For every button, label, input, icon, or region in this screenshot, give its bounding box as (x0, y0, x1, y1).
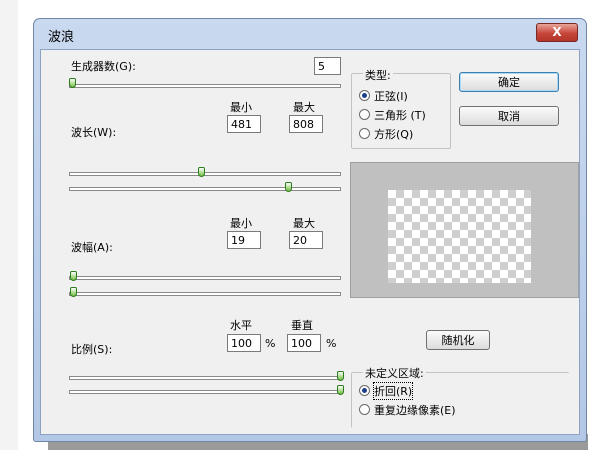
amplitude-max-slider-track[interactable] (69, 292, 341, 296)
cancel-button[interactable]: 取消 (459, 106, 559, 126)
scale-vertical-input[interactable]: 100 (287, 334, 321, 352)
type-square-label[interactable]: 方形(Q) (374, 126, 413, 142)
type-sine-radio[interactable] (359, 90, 370, 101)
wave-dialog: 波浪 X 生成器数(G): 5 最小 最大 波长(W): 481 808 最小 … (33, 18, 587, 442)
type-legend: 类型: (363, 67, 393, 83)
scale-vertical-label: 垂直 (291, 319, 313, 332)
type-triangle-radio[interactable] (359, 109, 370, 120)
wavelength-min-slider-thumb[interactable] (198, 167, 205, 177)
type-sine-label[interactable]: 正弦(I) (374, 88, 408, 104)
repeat-edge-pixels-radio[interactable] (359, 404, 370, 415)
randomize-button[interactable]: 随机化 (426, 330, 490, 350)
wrap-around-radio[interactable] (359, 385, 370, 396)
generators-slider-thumb[interactable] (69, 78, 76, 88)
wavelength-label: 波长(W): (71, 126, 117, 139)
generators-input[interactable]: 5 (314, 57, 341, 75)
dialog-body: 生成器数(G): 5 最小 最大 波长(W): 481 808 最小 最大 波幅… (40, 49, 580, 435)
scale-horizontal-label: 水平 (230, 319, 252, 332)
undefined-area-legend: 未定义区域: (363, 365, 426, 381)
close-icon: X (552, 25, 562, 39)
wavelength-max-label: 最大 (293, 101, 315, 114)
amplitude-max-input[interactable]: 20 (289, 231, 323, 249)
generators-slider-track[interactable] (69, 84, 341, 88)
scale-label: 比例(S): (71, 343, 113, 356)
wavelength-max-slider-track[interactable] (69, 187, 341, 191)
desktop-background (0, 0, 18, 450)
amplitude-label: 波幅(A): (71, 241, 113, 254)
scale-vertical-slider-track[interactable] (69, 390, 341, 394)
wavelength-max-input[interactable]: 808 (289, 115, 323, 133)
generators-label: 生成器数(G): (71, 60, 136, 73)
title-bar[interactable]: 波浪 X (34, 19, 586, 49)
scale-horizontal-slider-track[interactable] (69, 376, 341, 380)
scale-horizontal-slider-thumb[interactable] (337, 371, 344, 381)
wavelength-min-input[interactable]: 481 (227, 115, 261, 133)
scale-vertical-unit: % (326, 337, 337, 350)
type-triangle-label[interactable]: 三角形 (T) (374, 107, 426, 123)
ok-button[interactable]: 确定 (459, 72, 559, 92)
repeat-edge-pixels-label[interactable]: 重复边缘像素(E) (374, 402, 462, 418)
wrap-around-label[interactable]: 折回(R) (372, 382, 414, 400)
amplitude-max-label: 最大 (293, 217, 315, 230)
wavelength-max-slider-thumb[interactable] (285, 182, 292, 192)
close-button[interactable]: X (536, 23, 578, 42)
amplitude-min-slider-track[interactable] (69, 276, 341, 280)
wavelength-min-slider-track[interactable] (69, 172, 341, 176)
amplitude-min-slider-thumb[interactable] (70, 271, 77, 281)
scale-horizontal-unit: % (265, 337, 276, 350)
scale-vertical-slider-thumb[interactable] (337, 385, 344, 395)
amplitude-min-input[interactable]: 19 (227, 231, 261, 249)
amplitude-min-label: 最小 (230, 217, 252, 230)
type-square-radio[interactable] (359, 128, 370, 139)
amplitude-max-slider-thumb[interactable] (70, 287, 77, 297)
preview-pane[interactable] (350, 162, 579, 298)
wavelength-min-label: 最小 (230, 101, 252, 114)
scale-horizontal-input[interactable]: 100 (227, 334, 261, 352)
dialog-title: 波浪 (48, 30, 75, 45)
transparency-checkerboard (388, 190, 531, 283)
